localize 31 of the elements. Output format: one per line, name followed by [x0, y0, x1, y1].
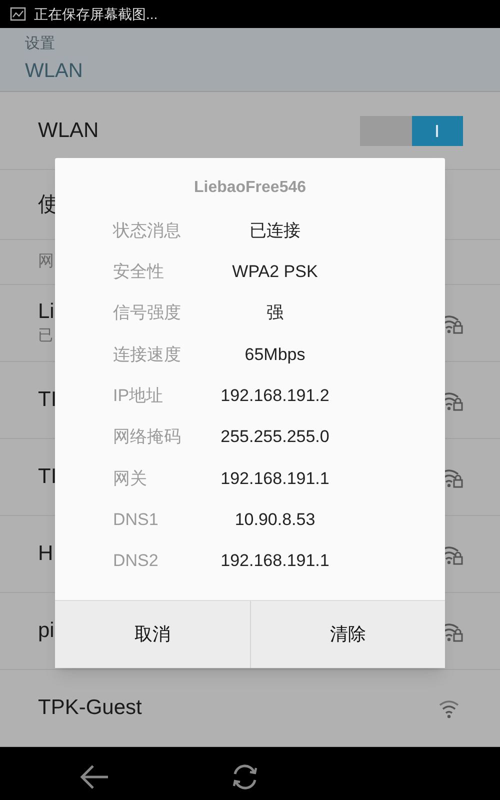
- detail-label: 信号强度: [113, 302, 182, 324]
- detail-value: 强: [266, 302, 284, 324]
- dialog-title: LiebaoFree546: [194, 178, 306, 198]
- detail-label: IP地址: [113, 385, 164, 408]
- detail-label: 网关: [113, 468, 148, 490]
- detail-label: DNS2: [113, 550, 160, 572]
- refresh-icon[interactable]: [230, 762, 260, 792]
- network-name[interactable]: TPK-Guest: [38, 694, 438, 722]
- detail-value: 192.168.191.2: [220, 385, 330, 408]
- page-title: WLAN: [25, 58, 84, 84]
- detail-value: 65Mbps: [244, 344, 306, 366]
- detail-value: 10.90.8.53: [234, 508, 316, 531]
- notification-text: 正在保存屏幕截图...: [34, 4, 158, 24]
- detail-label: 安全性: [113, 261, 165, 284]
- wlan-toggle[interactable]: [360, 116, 463, 146]
- network-status: 已: [38, 326, 54, 346]
- detail-label: 状态消息: [113, 220, 182, 242]
- wlan-label: WLAN: [38, 118, 100, 144]
- clear-button[interactable]: 清除: [250, 601, 445, 668]
- detail-label: 网络掩码: [113, 426, 182, 448]
- detail-label: 连接速度: [113, 344, 182, 366]
- section-header: 网: [38, 252, 54, 272]
- picture-icon: [10, 7, 26, 21]
- detail-value: WPA2 PSK: [231, 261, 319, 284]
- detail-value: 192.168.191.1: [220, 550, 330, 572]
- back-icon[interactable]: [80, 764, 110, 790]
- cancel-button[interactable]: 取消: [55, 601, 250, 668]
- detail-label: DNS1: [113, 508, 160, 531]
- detail-value: 192.168.191.1: [220, 468, 330, 490]
- detail-value: 已连接: [248, 220, 302, 242]
- detail-value: 255.255.255.0: [220, 426, 330, 448]
